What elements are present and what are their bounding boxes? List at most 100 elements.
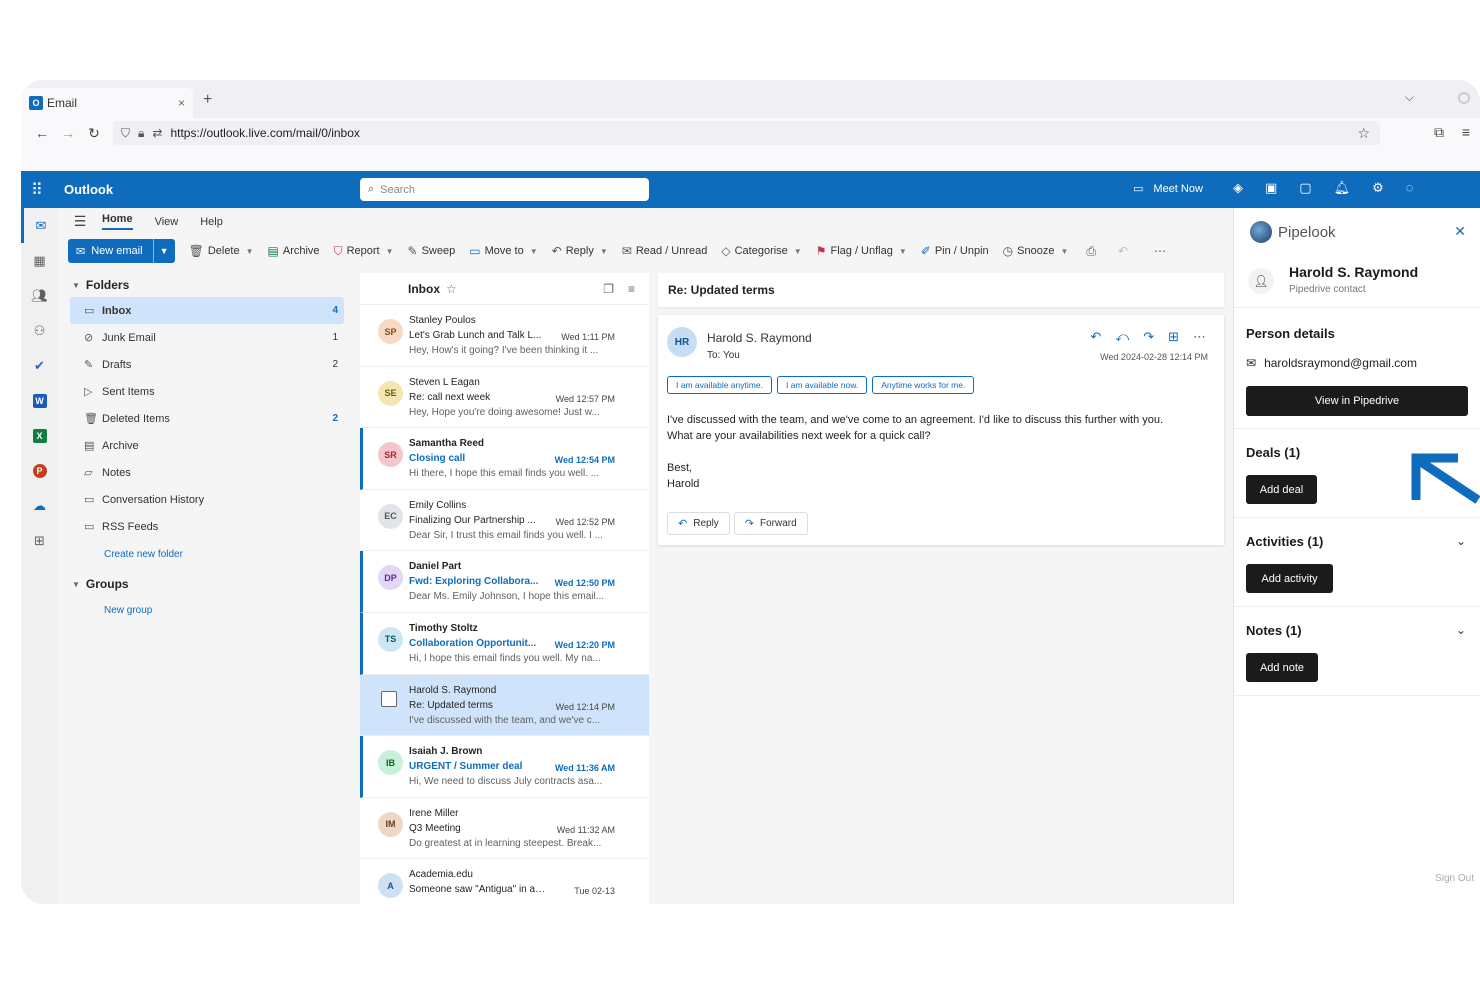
reply-all-icon[interactable]: ⤺ — [1115, 329, 1129, 345]
chevron-down-icon[interactable]: ⌄ — [1456, 534, 1466, 548]
sender-avatar[interactable]: HR — [667, 327, 697, 357]
favorite-star-icon[interactable]: ☆ — [446, 282, 457, 296]
forward-icon[interactable]: → — [55, 125, 81, 141]
message-row[interactable]: SP Stanley Poulos Let's Grab Lunch and Tal… — [360, 305, 649, 367]
reply-icon[interactable]: ↶ — [1090, 329, 1101, 345]
mail-icon[interactable]: ✉ — [21, 208, 58, 243]
new-email-button[interactable]: ✉ New email ▼ — [68, 239, 175, 263]
reload-icon[interactable]: ↻ — [81, 125, 107, 142]
tab-home[interactable]: Home — [102, 213, 133, 230]
message-row[interactable]: SR Samantha Reed Closing call Wed 12:54 PM H… — [360, 428, 649, 490]
folder-inbox[interactable]: ▭ Inbox 4 — [70, 297, 344, 324]
more-options-button[interactable]: ⋯ — [1154, 244, 1166, 258]
calendar-icon[interactable]: ▦ — [21, 243, 58, 278]
people-icon[interactable]: 👥︎ — [21, 278, 58, 313]
sender-name[interactable]: Harold S. Raymond — [707, 331, 812, 345]
folder-deleted-items[interactable]: 🗑︎ Deleted Items 2 — [70, 405, 344, 432]
bell-icon[interactable]: 🔔︎ — [1334, 180, 1351, 196]
menu-icon[interactable]: ≡ — [1462, 124, 1470, 140]
undo-button[interactable]: ↶ — [1118, 244, 1128, 258]
add-note-button[interactable]: Add note — [1246, 653, 1318, 682]
excel-icon[interactable]: X — [21, 418, 58, 453]
message-row[interactable]: A Academia.edu Someone saw "Antigua" in an… — [360, 859, 649, 904]
new-email-dropdown-icon[interactable]: ▼ — [154, 246, 175, 256]
hamburger-icon[interactable]: ☰ — [58, 213, 102, 230]
folder-notes[interactable]: ▱ Notes — [70, 459, 344, 486]
onedrive-icon[interactable]: ☁ — [21, 488, 58, 523]
message-row[interactable]: SE Steven L Eagan Re: call next week Wed 12… — [360, 367, 649, 429]
office-icon[interactable]: ▣ — [1265, 180, 1277, 196]
message-row[interactable]: TS Timothy Stoltz Collaboration Opportunit… — [360, 612, 649, 675]
folder-archive[interactable]: ▤ Archive — [70, 432, 344, 459]
view-in-pipedrive-button[interactable]: View in Pipedrive — [1246, 386, 1468, 416]
suggested-reply-chip[interactable]: Anytime works for me. — [872, 376, 975, 394]
extensions-icon[interactable]: ⧉ — [1434, 124, 1444, 141]
reply-button[interactable]: ↶ Reply ▼ — [552, 244, 608, 258]
search-box[interactable]: ⌕ Search — [360, 178, 649, 201]
delete-button[interactable]: 🗑︎ Delete ▼ — [189, 244, 254, 258]
app-launcher-icon[interactable]: ⠿ — [31, 180, 43, 200]
folder-drafts[interactable]: ✎ Drafts 2 — [70, 351, 344, 378]
sign-out-link[interactable]: Sign Out — [1435, 873, 1474, 884]
tab-view[interactable]: View — [155, 216, 179, 228]
folders-header[interactable]: ▼ Folders — [58, 273, 358, 297]
tab-help[interactable]: Help — [200, 216, 223, 228]
report-button[interactable]: ⛉ Report ▼ — [334, 244, 394, 259]
word-icon[interactable]: W — [21, 383, 58, 418]
chevron-down-icon[interactable]: ⌄ — [1456, 623, 1466, 637]
suggested-reply-chip[interactable]: I am available now. — [776, 376, 868, 394]
close-icon[interactable]: ✕ — [1454, 223, 1466, 240]
sweep-button[interactable]: ✎ Sweep — [408, 244, 456, 258]
reply-button[interactable]: ↶ Reply — [667, 512, 730, 535]
flag-button[interactable]: ⚑ Flag / Unflag ▼ — [816, 244, 907, 258]
snooze-button[interactable]: ◷ Snooze ▼ — [1003, 244, 1069, 258]
activities-section: Activities (1) ⌄ Add activity — [1234, 518, 1480, 607]
message-row[interactable]: IB Isaiah J. Brown URGENT / Summer deal Wed… — [360, 736, 649, 798]
folder-junk-email[interactable]: ⊘ Junk Email 1 — [70, 324, 344, 351]
filter-icon[interactable]: ≡ — [628, 282, 635, 296]
archive-button[interactable]: ▤ Archive — [268, 244, 320, 258]
forward-button[interactable]: ↷ Forward — [733, 512, 808, 535]
folder-conversation-history[interactable]: ▭ Conversation History — [70, 486, 344, 513]
message-row-selected[interactable]: Harold S. Raymond Re: Updated terms Wed 12… — [360, 674, 649, 737]
powerpoint-icon[interactable]: P — [21, 453, 58, 488]
gear-icon[interactable]: ⚙ — [1372, 180, 1384, 196]
chat-icon[interactable]: ▢ — [1299, 180, 1311, 196]
apps-grid-icon[interactable]: ⊞ — [1168, 329, 1179, 345]
tab-list-chevron-icon[interactable]: ⌵ — [1405, 90, 1414, 105]
categorise-button[interactable]: ◇ Categorise ▼ — [721, 244, 801, 258]
tab-close-icon[interactable]: × — [178, 96, 185, 110]
add-activity-button[interactable]: Add activity — [1246, 564, 1333, 593]
groups-icon[interactable]: ⚇ — [21, 313, 58, 348]
create-new-folder-link[interactable]: Create new folder — [58, 540, 358, 568]
pin-button[interactable]: ✐ Pin / Unpin — [921, 244, 989, 258]
bookmark-star-icon[interactable]: ☆ — [1357, 125, 1370, 142]
select-checkbox[interactable] — [381, 690, 397, 707]
new-tab-icon[interactable]: + — [203, 91, 212, 109]
teams-icon[interactable]: ◈ — [1233, 180, 1243, 196]
todo-icon[interactable]: ✔ — [21, 348, 58, 383]
message-row[interactable]: IM Irene Miller Q3 Meeting Wed 11:32 AM Do g… — [360, 798, 649, 860]
message-row[interactable]: EC Emily Collins Finalizing Our Partnershi… — [360, 490, 649, 552]
back-icon[interactable]: ← — [29, 125, 55, 141]
new-group-link[interactable]: New group — [58, 596, 358, 624]
groups-header[interactable]: ▼ Groups — [58, 572, 358, 596]
suggested-reply-chip[interactable]: I am available anytime. — [667, 376, 772, 394]
ellipsis-icon[interactable]: ⋯ — [1193, 329, 1206, 345]
add-deal-button[interactable]: Add deal — [1246, 475, 1317, 504]
folder-sent-items[interactable]: ▷ Sent Items — [70, 378, 344, 405]
read-unread-button[interactable]: ✉ Read / Unread — [622, 244, 708, 258]
more-apps-icon[interactable]: ⊞ — [21, 523, 58, 558]
meet-now-button[interactable]: ▭ Meet Now — [1133, 182, 1203, 196]
folder-rss-feeds[interactable]: ▭ RSS Feeds — [70, 513, 344, 540]
window-control-icon[interactable] — [1458, 92, 1470, 104]
browser-tab[interactable]: O Email × — [21, 88, 193, 118]
contact-email[interactable]: haroldsraymond@gmail.com — [1264, 356, 1417, 370]
select-icon[interactable]: ❐ — [603, 282, 614, 296]
address-bar[interactable]: ⛉ 🔒︎ ⇄ https://outlook.live.com/mail/0/i… — [113, 121, 1380, 145]
lightbulb-icon[interactable]: ◌ — [1406, 180, 1414, 196]
move-to-button[interactable]: ▭ Move to ▼ — [469, 244, 537, 258]
print-button[interactable]: ⎙ — [1086, 244, 1096, 259]
forward-icon[interactable]: ↷ — [1143, 329, 1154, 345]
message-row[interactable]: DP Daniel Part Fwd: Exploring Collabora...… — [360, 551, 649, 613]
